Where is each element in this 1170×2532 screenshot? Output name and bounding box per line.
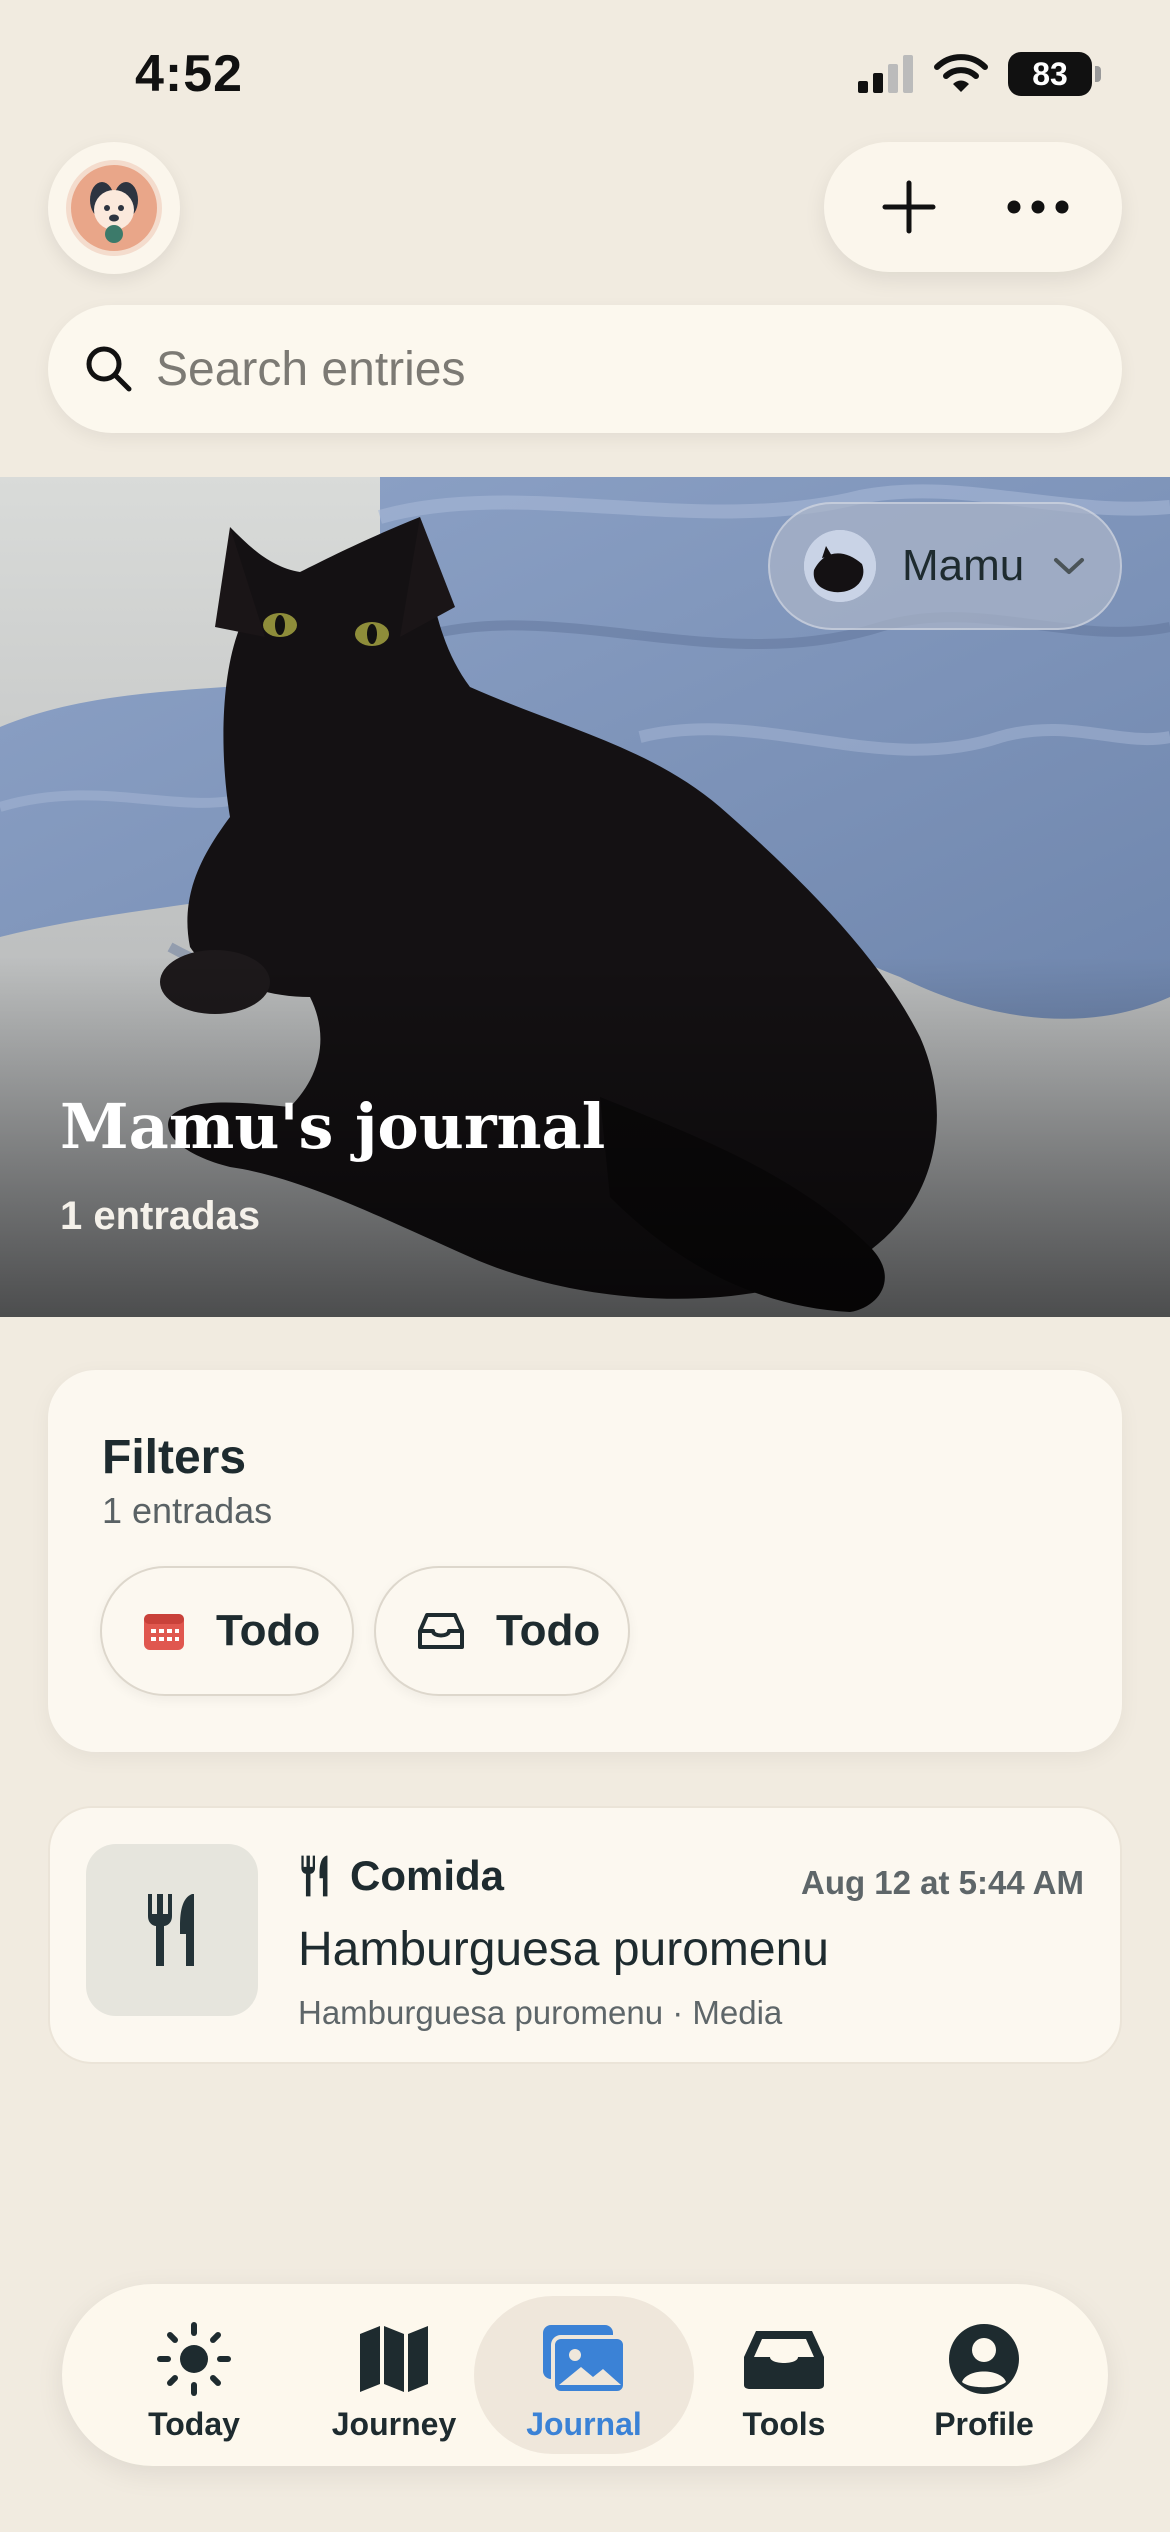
entry-card[interactable]: Comida Aug 12 at 5:44 AM Hamburguesa pur… — [48, 1806, 1122, 2064]
person-icon — [949, 2324, 1019, 2394]
entry-title: Hamburguesa puromenu — [298, 1923, 829, 1976]
type-filter-label: Todo — [496, 1606, 601, 1655]
status-icons: 83 — [858, 52, 1101, 96]
photos-icon — [543, 2325, 627, 2395]
battery-level: 83 — [1032, 55, 1068, 92]
sun-icon — [157, 2322, 231, 2396]
pet-name: Mamu — [902, 541, 1025, 590]
date-filter-chip[interactable]: Todo — [100, 1566, 354, 1696]
battery-icon: 83 — [1008, 52, 1101, 96]
inbox-icon — [418, 1613, 464, 1649]
account-avatar-button[interactable] — [48, 142, 180, 274]
filters-count: 1 entradas — [102, 1490, 273, 1531]
tab-journal[interactable]: Journal — [474, 2296, 694, 2454]
pet-avatar — [804, 530, 876, 602]
plus-icon — [882, 180, 935, 234]
tab-tools-label: Tools — [742, 2406, 826, 2442]
add-entry-button[interactable] — [859, 157, 959, 257]
tab-profile[interactable]: Profile — [874, 2296, 1094, 2454]
date-filter-label: Todo — [216, 1606, 321, 1655]
tab-journey[interactable]: Journey — [284, 2296, 504, 2454]
tab-journey-label: Journey — [331, 2406, 457, 2442]
entry-subtitle: Hamburguesa puromenu · Media — [298, 1994, 783, 2031]
top-actions — [824, 142, 1122, 272]
filters-card: Filters 1 entradas Todo Todo — [48, 1370, 1122, 1752]
search-input[interactable] — [156, 341, 1036, 397]
type-filter-chip[interactable]: Todo — [374, 1566, 630, 1696]
tab-bar: Today Journey Journal Tools Profile — [62, 2284, 1108, 2466]
tray-icon — [744, 2331, 824, 2389]
pet-selector-button[interactable]: Mamu — [768, 502, 1122, 630]
entry-thumbnail — [86, 1844, 258, 2016]
map-icon — [360, 2326, 428, 2392]
tab-journal-label: Journal — [526, 2406, 642, 2442]
status-time: 4:52 — [135, 45, 244, 103]
filters-title: Filters — [102, 1431, 247, 1484]
search-bar[interactable] — [48, 305, 1122, 433]
cellular-signal-icon — [858, 55, 913, 93]
chevron-down-icon — [1054, 558, 1085, 574]
search-icon — [86, 346, 132, 392]
entry-timestamp: Aug 12 at 5:44 AM — [800, 1864, 1084, 1901]
wifi-icon — [934, 54, 988, 92]
pet-logo-icon — [66, 160, 162, 256]
more-options-button[interactable] — [988, 157, 1088, 257]
entry-category-label: Comida — [350, 1852, 505, 1899]
ellipsis-icon — [1007, 200, 1068, 214]
journal-title: Mamu's journal — [60, 1090, 606, 1163]
journal-entry-count: 1 entradas — [60, 1194, 261, 1238]
entry-category: Comida — [298, 1852, 504, 1900]
fork-knife-small-icon — [301, 1855, 328, 1897]
journal-screen: 4:52 83 Search entries Mamu Mamu's journ… — [0, 0, 1170, 2532]
tab-today-label: Today — [148, 2406, 240, 2442]
tab-today[interactable]: Today — [84, 2296, 304, 2454]
tab-profile-label: Profile — [934, 2406, 1034, 2442]
calendar-icon — [144, 1614, 184, 1650]
fork-knife-icon — [148, 1894, 194, 1966]
tab-tools[interactable]: Tools — [674, 2296, 894, 2454]
